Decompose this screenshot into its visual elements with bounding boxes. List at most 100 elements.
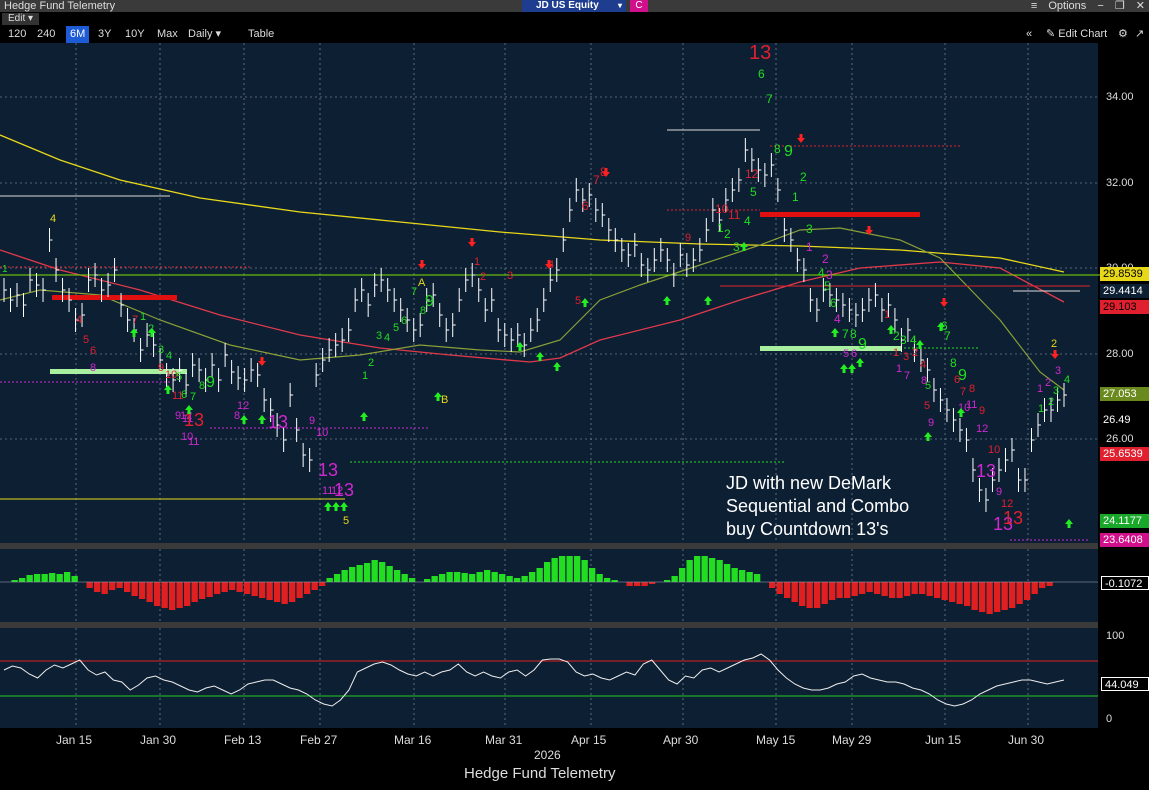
macd-bar	[919, 582, 926, 594]
demark-count: 7	[190, 391, 196, 403]
macd-bar	[514, 578, 521, 582]
demark-count: 9	[425, 293, 434, 310]
x-axis-label: Feb 13	[224, 733, 262, 747]
demark-count: 1	[806, 240, 813, 254]
sell-arrow	[468, 238, 476, 247]
macd-bar	[334, 574, 341, 582]
macd-bar	[86, 582, 93, 588]
demark-count: 9	[784, 143, 793, 160]
macd-bar	[401, 574, 408, 582]
macd-bar	[469, 574, 476, 582]
price-tick: 32.00	[1106, 177, 1134, 189]
demark-count: 3	[806, 222, 813, 236]
year-label: 2026	[534, 748, 561, 762]
x-axis-label: Apr 15	[571, 733, 607, 747]
demark-count: 13	[1003, 508, 1023, 528]
x-axis-label: May 29	[832, 733, 872, 747]
x-axis-label: Mar 16	[394, 733, 432, 747]
demark-count: 2	[480, 271, 486, 283]
x-axis-label: Jun 15	[925, 733, 962, 747]
macd-bar	[896, 582, 903, 598]
macd-bar	[1046, 582, 1053, 586]
macd-bar	[506, 576, 513, 582]
macd-bar	[784, 582, 791, 598]
buy-arrow	[553, 362, 561, 371]
buy-arrow	[324, 502, 332, 511]
demark-count: 4	[384, 332, 390, 344]
macd-bar	[221, 582, 228, 592]
macd-bar	[319, 582, 326, 586]
macd-bar	[131, 582, 138, 596]
demark-count: 11	[728, 208, 741, 222]
macd-bar	[259, 582, 266, 598]
macd-bar	[229, 582, 236, 590]
macd-bar	[686, 560, 693, 582]
sell-arrow	[258, 357, 266, 366]
macd-bar	[499, 574, 506, 582]
macd-bar	[26, 575, 33, 582]
demark-count: 4	[744, 214, 751, 228]
tdst-bar	[760, 346, 902, 351]
price-tag: 29.4414	[1100, 284, 1149, 298]
macd-bar	[754, 574, 761, 582]
demark-count: 3	[903, 351, 909, 363]
macd-bar	[836, 582, 843, 598]
demark-count: A	[418, 277, 426, 289]
demark-count: 9	[858, 336, 867, 353]
macd-bar	[304, 582, 311, 594]
demark-count: 7	[132, 314, 138, 326]
price-tag: 29.8539	[1100, 267, 1149, 281]
demark-count: 4	[50, 213, 56, 225]
demark-count: 7	[411, 286, 417, 298]
demark-count: 12	[237, 400, 249, 412]
macd-bar	[634, 582, 641, 586]
macd-bar	[146, 582, 153, 602]
macd-bar	[1031, 582, 1038, 594]
demark-count: 2	[1045, 377, 1051, 389]
macd-bar	[589, 568, 596, 582]
macd-bar	[821, 582, 828, 604]
demark-count: 5	[83, 334, 89, 346]
macd-bar	[949, 582, 956, 602]
buy-arrow	[663, 296, 671, 305]
demark-count: 9	[206, 374, 215, 391]
macd-bar	[964, 582, 971, 606]
demark-count: 11	[172, 390, 183, 402]
demark-count: 8	[90, 362, 96, 374]
macd-bar	[236, 582, 243, 592]
demark-count: 4	[76, 314, 82, 326]
buy-arrow	[924, 432, 932, 441]
demark-count: 1	[1037, 383, 1043, 395]
demark-count: 6	[758, 67, 765, 81]
demark-count: 10	[988, 444, 1000, 456]
macd-bar	[971, 582, 978, 610]
demark-count: 6	[830, 296, 837, 310]
demark-count: 10	[316, 427, 328, 439]
macd-bar	[394, 570, 401, 582]
macd-bar	[694, 556, 701, 582]
demark-count: 8	[950, 356, 957, 370]
demark-count: 10	[165, 369, 177, 381]
macd-bar	[791, 582, 798, 602]
demark-count: 1	[717, 221, 724, 235]
macd-bar	[994, 582, 1001, 612]
macd-bar	[244, 582, 251, 594]
macd-bar	[491, 572, 498, 582]
macd-bar	[874, 582, 881, 594]
macd-bar	[34, 574, 41, 582]
demark-count: 7	[766, 92, 773, 106]
macd-bar	[859, 582, 866, 594]
macd-bar	[529, 572, 536, 582]
demark-count: 3	[900, 333, 907, 347]
demark-count: 2	[368, 357, 374, 369]
macd-bar	[191, 582, 198, 602]
price-tag: 23.6408	[1100, 533, 1149, 547]
macd-bar	[454, 572, 461, 582]
buy-arrow	[1065, 519, 1073, 528]
x-axis-label: Jan 15	[56, 733, 93, 747]
rsi-tick: 100	[1106, 630, 1125, 642]
demark-count: B	[441, 394, 448, 406]
macd-bar	[574, 556, 581, 582]
price-tag: 29.103	[1100, 300, 1149, 314]
macd-bar	[679, 568, 686, 582]
